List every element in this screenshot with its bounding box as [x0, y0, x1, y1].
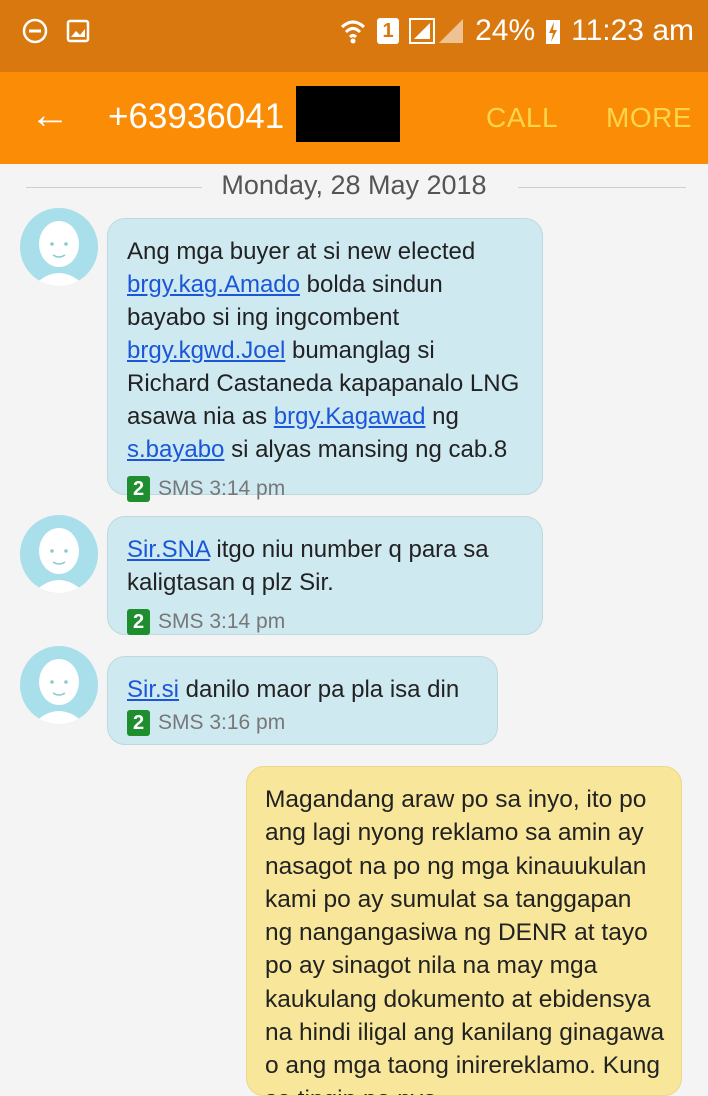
message-link[interactable]: Sir.si	[127, 676, 179, 703]
person-icon	[33, 528, 85, 593]
message-meta: 2 SMS 3:14 pm	[127, 609, 524, 635]
date-label: Monday, 28 May 2018	[207, 170, 501, 200]
more-button[interactable]: MORE	[606, 98, 692, 138]
signal-icon	[409, 18, 464, 44]
sim2-badge: 2	[127, 609, 150, 635]
message-text: Magandang araw po sa inyo, ito po ang la…	[265, 786, 665, 1095]
call-button[interactable]: CALL	[486, 98, 558, 138]
redaction-box	[296, 86, 400, 142]
message-timestamp: SMS 3:14 pm	[158, 610, 286, 633]
back-arrow-icon[interactable]: ←	[30, 90, 70, 140]
contact-avatar[interactable]	[20, 515, 98, 593]
contact-avatar[interactable]	[20, 646, 98, 724]
sim2-badge: 2	[127, 710, 150, 736]
status-bar: 1 24% 11:23 am	[0, 0, 708, 72]
app-bar: ← +63936041 CALL MORE	[0, 72, 708, 164]
charging-icon	[546, 20, 561, 44]
message-link[interactable]: Sir.SNA	[127, 536, 210, 563]
battery-level: 24%	[475, 14, 536, 47]
dnd-icon	[22, 18, 48, 44]
message-link[interactable]: brgy.Kagawad	[274, 403, 426, 430]
clock: 11:23 am	[571, 14, 694, 47]
message-text: Ang mga buyer at si new elected brgy.kag…	[127, 238, 520, 463]
image-notification-icon	[66, 19, 90, 43]
date-divider: Monday, 28 May 2018	[0, 168, 708, 208]
message-link[interactable]: brgy.kgwd.Joel	[127, 337, 285, 364]
contact-avatar[interactable]	[20, 208, 98, 286]
message-bubble-incoming[interactable]: Sir.SNA itgo niu number q para sa kaligt…	[107, 516, 543, 635]
contact-number: +63936041	[108, 97, 285, 136]
message-timestamp: SMS 3:14 pm	[158, 477, 286, 500]
message-bubble-outgoing[interactable]: Magandang araw po sa inyo, ito po ang la…	[246, 766, 682, 1096]
person-icon	[33, 659, 85, 724]
message-bubble-incoming[interactable]: Ang mga buyer at si new elected brgy.kag…	[107, 218, 543, 502]
message-meta: 2 SMS 3:14 pm	[127, 476, 524, 502]
message-bubble-incoming[interactable]: Sir.si danilo maor pa pla isa din 2 SMS …	[107, 656, 498, 745]
message-link[interactable]: brgy.kag.Amado	[127, 271, 300, 298]
message-text: Sir.si danilo maor pa pla isa din	[127, 676, 460, 703]
message-meta: 2 SMS 3:16 pm	[127, 710, 479, 736]
message-link[interactable]: s.bayabo	[127, 436, 224, 463]
message-text: Sir.SNA itgo niu number q para sa kaligt…	[127, 536, 489, 596]
message-timestamp: SMS 3:16 pm	[158, 711, 286, 734]
person-icon	[33, 221, 85, 286]
sim-icon: 1	[377, 18, 400, 44]
sim2-badge: 2	[127, 476, 150, 502]
wifi-icon	[341, 20, 366, 44]
